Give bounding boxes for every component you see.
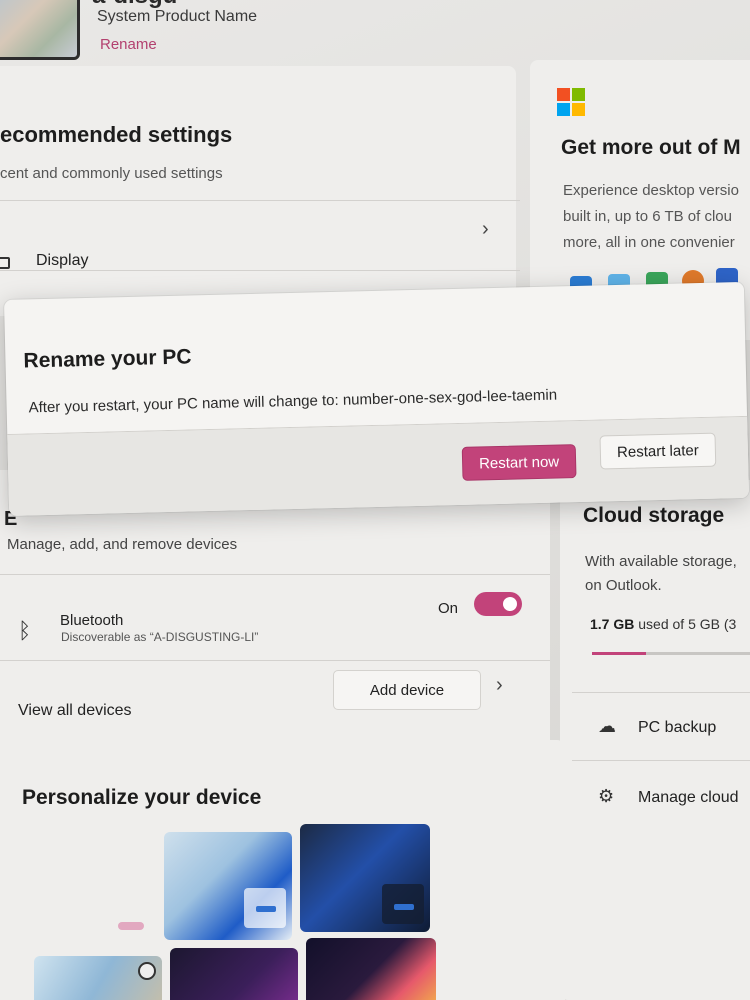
theme-thumbnail-landscape[interactable]	[34, 956, 162, 1000]
theme-thumbnail-purple[interactable]	[170, 948, 298, 1000]
cloud-storage-title: Cloud storage	[583, 504, 725, 527]
description-line: on Outlook.	[585, 577, 662, 594]
monitor-icon	[0, 257, 10, 269]
bluetooth-toggle[interactable]	[474, 592, 522, 616]
description-line: built in, up to 6 TB of clou	[563, 208, 732, 225]
personalize-title: Personalize your device	[22, 786, 262, 809]
divider	[0, 200, 520, 201]
divider	[572, 760, 750, 761]
add-device-button[interactable]: Add device	[333, 670, 481, 710]
restart-later-button[interactable]: Restart later	[599, 432, 717, 470]
pc-backup-label: PC backup	[638, 719, 717, 736]
microsoft-card-title: Get more out of M	[561, 136, 741, 159]
microsoft-logo-icon	[557, 88, 585, 116]
theme-thumbnail-flower[interactable]	[306, 938, 436, 1000]
dialog-message: After you restart, your PC name will cha…	[28, 386, 558, 417]
divider	[0, 574, 550, 575]
chevron-right-icon[interactable]: ›	[496, 674, 503, 697]
view-all-devices-link[interactable]: View all devices	[18, 702, 132, 720]
manage-cloud-row[interactable]: ⚙ Manage cloud	[598, 786, 739, 807]
theme-thumbnail-dark[interactable]	[300, 824, 430, 932]
storage-progress-bar	[592, 652, 750, 655]
cloud-usage-text: 1.7 GB used of 5 GB (3	[590, 616, 736, 632]
bluetooth-label: Bluetooth	[60, 612, 124, 629]
bluetooth-state: On	[438, 600, 459, 617]
recommended-title: ecommended settings	[0, 122, 233, 147]
accent-indicator	[118, 922, 144, 930]
rename-link[interactable]: Rename	[100, 36, 157, 53]
storage-progress-fill	[592, 652, 647, 655]
manage-cloud-label: Manage cloud	[638, 789, 739, 806]
product-name: System Product Name	[97, 8, 258, 25]
dialog-title: Rename your PC	[23, 345, 192, 373]
bluetooth-icon: ᛒ	[18, 618, 32, 643]
pc-backup-row[interactable]: ☁ PC backup	[598, 716, 716, 737]
cloud-used-rest: used of 5 GB (3	[638, 616, 737, 632]
display-label: Display	[36, 252, 89, 269]
rename-pc-dialog: Rename your PC After you restart, your P…	[4, 281, 750, 516]
camera-icon	[138, 962, 156, 980]
pc-thumbnail	[0, 0, 80, 60]
restart-now-button[interactable]: Restart now	[461, 444, 577, 481]
gear-icon: ⚙	[598, 786, 615, 806]
bluetooth-discoverable: Discoverable as “A-DISGUSTING-LI”	[61, 630, 259, 644]
recommended-settings-card	[0, 66, 516, 316]
divider	[572, 692, 750, 693]
devices-subtitle: Manage, add, and remove devices	[7, 536, 238, 553]
theme-preview-bar	[394, 904, 414, 910]
divider	[0, 660, 550, 661]
description-line: more, all in one convenier	[563, 234, 735, 251]
description-line: With available storage,	[585, 553, 737, 570]
theme-preview-bar	[256, 906, 276, 912]
toggle-knob	[503, 597, 517, 611]
recommended-subtitle: cent and commonly used settings	[0, 165, 223, 182]
cloud-upload-icon: ☁	[598, 716, 616, 736]
cloud-storage-description: With available storage, on Outlook.	[585, 550, 737, 598]
cloud-used-amount: 1.7 GB	[590, 616, 635, 632]
microsoft-card-description: Experience desktop versio built in, up t…	[563, 178, 739, 256]
theme-thumbnail-light[interactable]	[164, 832, 292, 940]
chevron-right-icon[interactable]: ›	[482, 218, 489, 241]
settings-window: a-disgu System Product Name Rename ecomm…	[0, 0, 750, 1000]
description-line: Experience desktop versio	[563, 182, 739, 199]
